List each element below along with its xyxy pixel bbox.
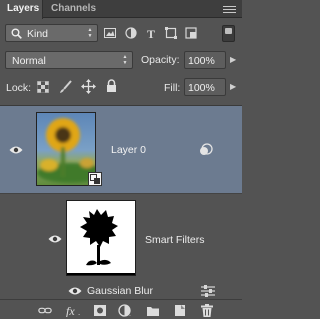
new-fill-adjustment-layer-icon[interactable]: .	[118, 304, 134, 317]
smart-filter-indicator-icon[interactable]	[199, 143, 213, 157]
layer-list: Layer 0 Smart Filters Gaussian Blur	[0, 105, 242, 302]
smart-filters-label: Smart Filters	[145, 234, 205, 246]
svg-text:T: T	[147, 27, 155, 39]
panel-menu-icon[interactable]	[223, 6, 236, 15]
type-layer-filter-icon[interactable]: T	[145, 27, 157, 39]
add-layer-mask-icon[interactable]	[93, 304, 107, 317]
pixel-layer-filter-icon[interactable]	[104, 27, 116, 39]
lock-image-pixels-icon[interactable]	[59, 80, 73, 94]
smart-object-filter-icon[interactable]	[185, 27, 197, 39]
opacity-field[interactable]: 100%	[184, 51, 226, 69]
filter-toggle-switch[interactable]	[222, 25, 235, 42]
smart-filters-row[interactable]: Smart Filters	[0, 194, 242, 280]
tab-layers[interactable]: Layers	[0, 0, 43, 19]
layer-name[interactable]: Layer 0	[111, 144, 146, 156]
fill-arrow-icon[interactable]: ▶	[230, 82, 236, 91]
link-layers-icon[interactable]	[38, 304, 52, 317]
fill-label: Fill:	[164, 82, 181, 94]
layer-row-layer-0[interactable]: Layer 0	[0, 106, 242, 194]
fill-field[interactable]: 100%	[184, 78, 226, 96]
svg-text:.: .	[78, 308, 80, 317]
shape-layer-filter-icon[interactable]	[165, 27, 177, 39]
smart-object-badge-icon	[88, 172, 102, 186]
lock-transparent-pixels-icon[interactable]	[37, 81, 49, 93]
blending-options-icon[interactable]	[201, 285, 215, 297]
layers-bottom-toolbar: fx . .	[0, 299, 242, 319]
layer-thumbnail	[36, 112, 96, 186]
new-group-folder-icon[interactable]	[146, 304, 160, 317]
fill-value: 100%	[188, 82, 215, 94]
layer-style-fx-icon[interactable]: fx .	[66, 304, 84, 317]
lock-label: Lock:	[6, 82, 32, 94]
search-icon	[11, 28, 22, 39]
dropdown-arrows-icon: ▲ ▼	[122, 54, 128, 66]
new-layer-icon[interactable]	[173, 304, 187, 317]
lock-all-icon[interactable]	[106, 79, 117, 93]
svg-text:fx: fx	[66, 304, 75, 317]
tab-channels[interactable]: Channels	[44, 0, 103, 18]
delete-layer-trash-icon[interactable]	[200, 304, 214, 317]
panel-tab-bar: Layers Channels	[0, 0, 242, 19]
gaussian-blur-visibility-eye-icon[interactable]	[68, 286, 82, 296]
opacity-arrow-icon[interactable]: ▶	[230, 55, 236, 64]
svg-text:.: .	[129, 311, 131, 317]
adjustment-layer-filter-icon[interactable]	[125, 27, 137, 39]
blend-mode-dropdown[interactable]: Normal ▲ ▼	[5, 51, 133, 69]
opacity-value: 100%	[188, 55, 215, 67]
filter-name: Gaussian Blur	[87, 285, 153, 297]
smart-filter-mask-thumbnail[interactable]	[66, 200, 136, 276]
filter-kind-dropdown[interactable]: Kind ▲ ▼	[5, 24, 98, 42]
visibility-eye-icon[interactable]	[9, 145, 23, 155]
dropdown-arrows-icon: ▲ ▼	[87, 27, 93, 39]
smart-filters-visibility-eye-icon[interactable]	[48, 234, 62, 244]
blend-mode-value: Normal	[12, 55, 46, 67]
opacity-label: Opacity:	[141, 54, 180, 66]
filter-kind-label: Kind	[27, 28, 49, 40]
lock-position-icon[interactable]	[81, 79, 96, 94]
